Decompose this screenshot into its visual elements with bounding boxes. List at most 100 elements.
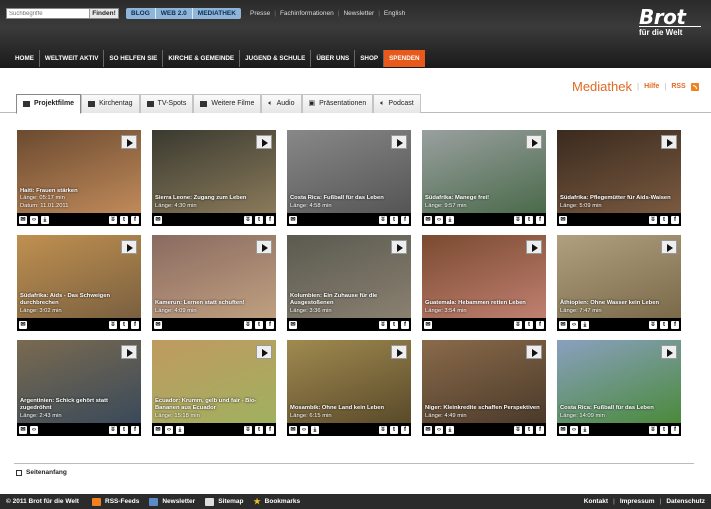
email-icon[interactable]: ✉ (154, 320, 162, 329)
facebook-icon[interactable]: f (401, 215, 409, 224)
nav-weltweit-aktiv[interactable]: WELTWEIT AKTIV (40, 50, 105, 67)
nav-spenden[interactable]: SPENDEN (384, 50, 425, 67)
twitter-icon[interactable]: t (390, 425, 398, 434)
twitter-icon[interactable]: t (525, 320, 533, 329)
bookmark-icon[interactable]: ʬ (244, 425, 252, 434)
nav-jugend-schule[interactable]: JUGEND & SCHULE (240, 50, 312, 67)
tab-kirchentag[interactable]: Kirchentag (81, 94, 140, 113)
facebook-icon[interactable]: f (401, 320, 409, 329)
email-icon[interactable]: ✉ (289, 320, 297, 329)
play-icon[interactable] (121, 240, 137, 254)
play-icon[interactable] (661, 240, 677, 254)
embed-icon[interactable]: ‹› (300, 425, 308, 434)
bookmark-icon[interactable]: ʬ (109, 215, 117, 224)
play-icon[interactable] (391, 345, 407, 359)
video-thumbnail[interactable]: Sierra Leone: Zugang zum Leben Länge: 4:3… (152, 130, 276, 213)
email-icon[interactable]: ✉ (289, 425, 297, 434)
video-card[interactable]: Äthiopien: Ohne Wasser kein Leben Länge: … (557, 235, 681, 331)
video-card[interactable]: Südafrika: Manege frei! Länge: 9:57 min ✉ ‹… (422, 130, 546, 226)
bookmark-icon[interactable]: ʬ (244, 320, 252, 329)
embed-icon[interactable]: ‹› (165, 425, 173, 434)
nav-shop[interactable]: SHOP (355, 50, 385, 67)
email-icon[interactable]: ✉ (154, 425, 162, 434)
email-icon[interactable]: ✉ (559, 320, 567, 329)
facebook-icon[interactable]: f (671, 215, 679, 224)
video-thumbnail[interactable]: Guatemala: Hebammen retten Leben Länge: 3… (422, 235, 546, 318)
tab-audio[interactable]: 🔈︎ Audio (261, 94, 302, 113)
video-card[interactable]: Kamerun: Lernen statt schuften! Länge: 4:… (152, 235, 276, 331)
play-icon[interactable] (256, 240, 272, 254)
embed-icon[interactable]: ‹› (435, 215, 443, 224)
email-icon[interactable]: ✉ (19, 320, 27, 329)
bookmark-icon[interactable]: ʬ (514, 320, 522, 329)
video-thumbnail[interactable]: Ecuador: Krumm, gelb und fair - Bio-Bana… (152, 340, 276, 423)
bookmark-icon[interactable]: ʬ (514, 425, 522, 434)
play-icon[interactable] (121, 135, 137, 149)
twitter-icon[interactable]: t (120, 215, 128, 224)
facebook-icon[interactable]: f (131, 215, 139, 224)
play-icon[interactable] (526, 240, 542, 254)
tab-praesentationen[interactable]: ▣ Präsentationen (301, 94, 374, 113)
video-thumbnail[interactable]: Kamerun: Lernen statt schuften! Länge: 4:… (152, 235, 276, 318)
email-icon[interactable]: ✉ (289, 215, 297, 224)
play-icon[interactable] (256, 135, 272, 149)
footer-bookmarks[interactable]: ★ Bookmarks (254, 497, 301, 506)
twitter-icon[interactable]: t (255, 215, 263, 224)
video-card[interactable]: Kolumbien: Ein Zuhause für die Ausgestoß… (287, 235, 411, 331)
bookmark-icon[interactable]: ʬ (649, 425, 657, 434)
footer-sitemap[interactable]: Sitemap (205, 497, 244, 506)
bookmark-icon[interactable]: ʬ (244, 215, 252, 224)
facebook-icon[interactable]: f (536, 425, 544, 434)
play-icon[interactable] (391, 135, 407, 149)
embed-icon[interactable]: ‹› (30, 215, 38, 224)
back-to-top-link[interactable]: Seitenanfang (16, 469, 67, 476)
twitter-icon[interactable]: t (120, 320, 128, 329)
twitter-icon[interactable]: t (255, 425, 263, 434)
video-thumbnail[interactable]: Äthiopien: Ohne Wasser kein Leben Länge: … (557, 235, 681, 318)
video-thumbnail[interactable]: Südafrika: Manege frei! Länge: 9:57 min (422, 130, 546, 213)
embed-icon[interactable]: ‹› (30, 425, 38, 434)
twitter-icon[interactable]: t (120, 425, 128, 434)
download-icon[interactable]: ⤓ (41, 215, 49, 224)
download-icon[interactable]: ⤓ (176, 425, 184, 434)
bookmark-icon[interactable]: ʬ (379, 215, 387, 224)
search-input[interactable] (7, 9, 89, 18)
facebook-icon[interactable]: f (266, 215, 274, 224)
email-icon[interactable]: ✉ (424, 425, 432, 434)
search-button[interactable]: Finden! (89, 9, 118, 18)
facebook-icon[interactable]: f (671, 425, 679, 434)
play-icon[interactable] (661, 135, 677, 149)
video-thumbnail[interactable]: Südafrika: Aids - Das Schweigen durchbre… (17, 235, 141, 318)
video-card[interactable]: Sierra Leone: Zugang zum Leben Länge: 4:3… (152, 130, 276, 226)
bookmark-icon[interactable]: ʬ (109, 320, 117, 329)
rss-icon[interactable] (690, 82, 699, 91)
facebook-icon[interactable]: f (266, 320, 274, 329)
video-card[interactable]: Niger: Kleinkredite schaffen Perspektive… (422, 340, 546, 436)
footer-rss-feeds[interactable]: RSS-Feeds (92, 497, 139, 506)
video-card[interactable]: Costa Rica: Fußball für das Leben Länge: … (287, 130, 411, 226)
video-card[interactable]: Guatemala: Hebammen retten Leben Länge: 3… (422, 235, 546, 331)
twitter-icon[interactable]: t (255, 320, 263, 329)
bookmark-icon[interactable]: ʬ (379, 425, 387, 434)
download-icon[interactable]: ⤓ (581, 320, 589, 329)
footer-newsletter[interactable]: Newsletter (149, 497, 195, 506)
play-icon[interactable] (526, 135, 542, 149)
link-presse[interactable]: Presse (250, 10, 270, 17)
twitter-icon[interactable]: t (660, 425, 668, 434)
twitter-icon[interactable]: t (660, 215, 668, 224)
link-english[interactable]: English (384, 10, 405, 17)
play-icon[interactable] (121, 345, 137, 359)
bookmark-icon[interactable]: ʬ (649, 215, 657, 224)
bookmark-icon[interactable]: ʬ (514, 215, 522, 224)
video-card[interactable]: Südafrika: Aids - Das Schweigen durchbre… (17, 235, 141, 331)
play-icon[interactable] (256, 345, 272, 359)
video-thumbnail[interactable]: Haiti: Frauen stärken Länge: 05:17 min Dat… (17, 130, 141, 213)
embed-icon[interactable]: ‹› (435, 425, 443, 434)
rss-link[interactable]: RSS (671, 83, 685, 90)
twitter-icon[interactable]: t (525, 215, 533, 224)
embed-icon[interactable]: ‹› (570, 425, 578, 434)
video-thumbnail[interactable]: Argentinien: Schick gehört statt zugedrö… (17, 340, 141, 423)
help-link[interactable]: Hilfe (644, 83, 659, 90)
play-icon[interactable] (661, 345, 677, 359)
bookmark-icon[interactable]: ʬ (649, 320, 657, 329)
